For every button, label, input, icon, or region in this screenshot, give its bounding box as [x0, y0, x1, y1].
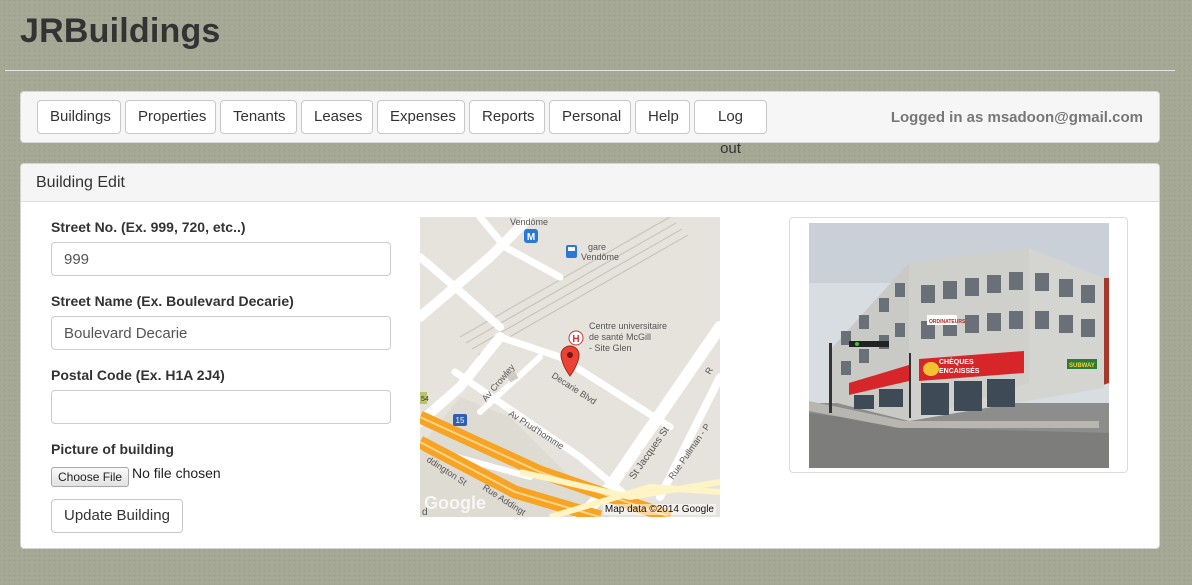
metro-icon: M	[527, 232, 535, 243]
map-attribution: Map data ©2014 Google	[602, 504, 716, 515]
building-photo: CHÈQUES ENCAISSÉS ORDINATEURS SUBWAY	[809, 223, 1109, 468]
nav-properties-button[interactable]: Properties	[125, 100, 216, 134]
sign-cheques: CHÈQUES	[939, 357, 974, 366]
sign-subway: SUBWAY	[1069, 363, 1095, 369]
panel-title: Building Edit	[21, 164, 1159, 202]
building-photo-frame: CHÈQUES ENCAISSÉS ORDINATEURS SUBWAY	[789, 217, 1128, 473]
street-name-label: Street Name (Ex. Boulevard Decarie)	[51, 293, 294, 309]
nav-help-button[interactable]: Help	[635, 100, 690, 134]
logged-in-user: Logged in as msadoon@gmail.com	[890, 109, 1143, 126]
nav-reports-button[interactable]: Reports	[469, 100, 545, 134]
nav-expenses-button[interactable]: Expenses	[377, 100, 465, 134]
google-logo: Google	[424, 493, 486, 513]
location-map[interactable]: M H Vendôme gare Vendôme Centre universi…	[420, 217, 720, 517]
map-label-hospital-line2: de santé McGill	[589, 332, 651, 342]
sign-ordinateurs: ORDINATEURS	[929, 319, 966, 325]
postal-code-label: Postal Code (Ex. H1A 2J4)	[51, 367, 225, 383]
building-edit-panel: Building Edit Street No. (Ex. 999, 720, …	[20, 163, 1160, 549]
title-divider	[5, 70, 1175, 71]
sign-encaisses: ENCAISSÉS	[939, 366, 980, 375]
update-building-button[interactable]: Update Building	[51, 499, 183, 533]
picture-label: Picture of building	[51, 441, 174, 457]
choose-file-button[interactable]: Choose File	[51, 467, 130, 487]
app-title: JRBuildings	[20, 12, 221, 50]
map-label-vendome-metro: Vendôme	[510, 217, 548, 227]
map-label-hospital-line3: - Site Glen	[589, 343, 632, 353]
postal-code-input[interactable]	[51, 390, 391, 424]
highway-15-shield: 15	[456, 416, 465, 425]
file-status: No file chosen	[132, 465, 221, 481]
nav-logout-button[interactable]: Log out	[694, 100, 767, 157]
hospital-icon: H	[572, 334, 579, 345]
route-54-shield: 54	[421, 396, 429, 403]
street-no-label: Street No. (Ex. 999, 720, etc..)	[51, 219, 246, 235]
nav-leases-button[interactable]: Leases	[301, 100, 373, 134]
street-no-input[interactable]	[51, 242, 391, 276]
nav-buildings-button[interactable]: Buildings	[37, 100, 121, 134]
map-label-hospital-line1: Centre universitaire	[589, 321, 667, 331]
navbar: Buildings Properties Tenants Leases Expe…	[20, 91, 1160, 157]
nav-personal-button[interactable]: Personal	[549, 100, 631, 134]
map-label-gare: gare	[588, 242, 606, 252]
map-label-gare-vendome: Vendôme	[581, 252, 619, 262]
nav-tenants-button[interactable]: Tenants	[220, 100, 297, 134]
street-name-input[interactable]	[51, 316, 391, 350]
map-canvas: M H Vendôme gare Vendôme Centre universi…	[420, 217, 720, 517]
